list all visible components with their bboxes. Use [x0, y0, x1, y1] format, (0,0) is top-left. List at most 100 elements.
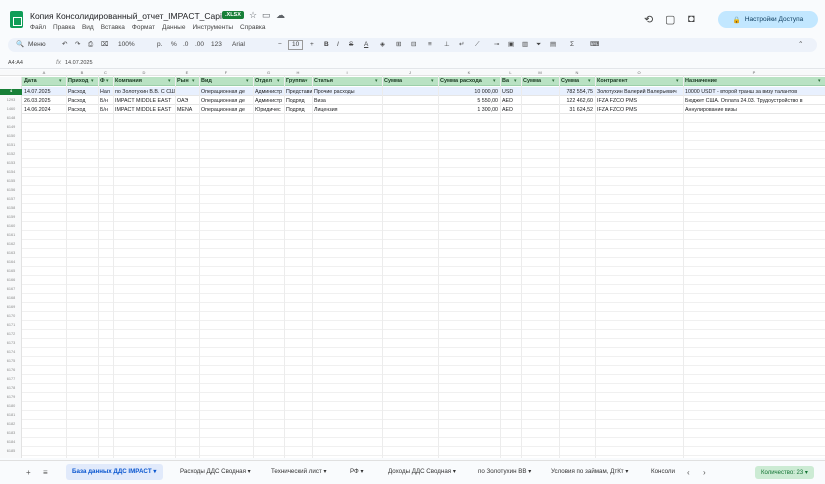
document-title[interactable]: Копия Консолидированный_отчет_IMPACT_Cap… — [30, 11, 231, 21]
table-cell[interactable]: Золотухин Валерий Валерьевич — [595, 89, 683, 95]
table-cell[interactable]: Подряд — [284, 107, 312, 113]
row-number[interactable]: 6155 — [0, 179, 22, 183]
column-filter-icon[interactable]: ▾ — [246, 78, 249, 84]
table-cell[interactable]: Расход — [66, 107, 98, 113]
row-number[interactable]: 6157 — [0, 197, 22, 201]
insert-chart-icon[interactable]: ▥ — [522, 40, 528, 50]
row-number[interactable]: 6148 — [0, 116, 22, 120]
column-letter[interactable]: B — [66, 70, 98, 75]
row-number[interactable]: 6151 — [0, 143, 22, 147]
menu-data[interactable]: Данные — [162, 24, 185, 31]
row-number[interactable]: 6172 — [0, 332, 22, 336]
column-filter-icon[interactable]: ▾ — [588, 78, 591, 84]
filter-views-icon[interactable]: ▤ — [550, 40, 556, 50]
column-letter[interactable]: P — [683, 70, 825, 75]
column-filter-icon[interactable]: ▾ — [277, 78, 280, 84]
column-letter[interactable]: H — [284, 70, 312, 75]
column-letter[interactable]: C — [98, 70, 113, 75]
column-header[interactable]: Сумма — [382, 78, 438, 84]
row-number[interactable]: 6175 — [0, 359, 22, 363]
table-cell[interactable]: 10 000,00 — [438, 89, 500, 95]
table-cell[interactable]: MENA — [175, 107, 199, 113]
table-cell[interactable]: Бюджет США. Оплата 24.03. Трудоустройств… — [683, 98, 825, 104]
font-size-increase[interactable]: + — [310, 40, 314, 50]
column-letter[interactable]: L — [500, 70, 521, 75]
table-cell[interactable]: по Золотухин В.В. С США — [113, 89, 175, 95]
table-cell[interactable]: Операционная де — [199, 107, 253, 113]
row-number[interactable]: 6173 — [0, 341, 22, 345]
filter-icon[interactable]: ⏷ — [536, 40, 541, 50]
column-letter[interactable]: D — [113, 70, 175, 75]
column-letter[interactable]: M — [521, 70, 559, 75]
table-row[interactable]: 14.07.2025 Расход Нал по Золотухин В.В. С С… — [22, 87, 825, 96]
row-number[interactable]: 6160 — [0, 224, 22, 228]
column-filter-icon[interactable]: ▾ — [514, 78, 517, 84]
merge-cells-icon[interactable]: ⊟ — [411, 40, 416, 50]
menu-file[interactable]: Файл — [30, 24, 46, 31]
row-number[interactable]: 6182 — [0, 422, 22, 426]
row-number[interactable]: 6177 — [0, 377, 22, 381]
column-filter-icon[interactable]: ▾ — [59, 78, 62, 84]
table-cell[interactable]: 5 550,00 — [438, 98, 500, 104]
row-number[interactable]: 6165 — [0, 269, 22, 273]
row-number[interactable]: 6180 — [0, 404, 22, 408]
fill-color-icon[interactable]: ◈ — [380, 40, 385, 50]
column-letter[interactable]: N — [559, 70, 595, 75]
table-cell[interactable]: Операционная де — [199, 98, 253, 104]
comments-icon[interactable]: ▢ — [665, 13, 675, 26]
strikethrough-button[interactable]: S — [349, 40, 353, 50]
row-number[interactable]: 6153 — [0, 161, 22, 165]
row-number[interactable]: 6184 — [0, 440, 22, 444]
column-filter-icon[interactable]: ▾ — [375, 78, 378, 84]
column-filter-icon[interactable]: ▾ — [192, 78, 195, 84]
row-number[interactable]: 6183 — [0, 431, 22, 435]
text-color-button[interactable]: A — [364, 40, 368, 50]
row-number[interactable]: 6181 — [0, 413, 22, 417]
column-filter-icon[interactable]: ▾ — [552, 78, 555, 84]
table-cell[interactable]: 782 554,75 — [559, 89, 595, 95]
table-cell[interactable]: IMPACT MIDDLE EAST — [113, 98, 175, 104]
row-number[interactable]: 6162 — [0, 242, 22, 246]
table-cell[interactable]: 10000 USDT - второй транш за визу талант… — [683, 89, 825, 95]
row-number[interactable]: 1293 — [0, 98, 22, 102]
table-cell[interactable]: Юридичес — [253, 107, 284, 113]
menu-edit[interactable]: Правка — [53, 24, 75, 31]
zoom-select[interactable]: 100% — [118, 40, 135, 50]
menu-view[interactable]: Вид — [82, 24, 94, 31]
functions-icon[interactable]: Σ — [570, 40, 574, 50]
table-cell[interactable]: AED — [500, 98, 521, 104]
table-cell[interactable]: AED — [500, 107, 521, 113]
table-cell[interactable]: ОАЭ — [175, 98, 199, 104]
increase-decimal[interactable]: .00 — [195, 40, 204, 50]
row-number[interactable]: 6170 — [0, 314, 22, 318]
column-header[interactable]: Компания — [113, 78, 175, 84]
redo-icon[interactable]: ↷ — [75, 40, 80, 50]
row-number[interactable]: 6161 — [0, 233, 22, 237]
all-sheets-icon[interactable]: ≡ — [43, 468, 48, 477]
row-number[interactable]: 6150 — [0, 134, 22, 138]
column-letter[interactable]: O — [595, 70, 683, 75]
font-size-input[interactable]: 10 — [288, 40, 304, 50]
table-row[interactable]: 26.03.2025 Расход Б/н IMPACT MIDDLE EAST ОАЭ… — [22, 96, 825, 105]
row-number[interactable]: 6164 — [0, 260, 22, 264]
scroll-left-icon[interactable]: ‹ — [687, 468, 690, 477]
formula-input[interactable]: 14.07.2025 — [65, 60, 93, 66]
column-header[interactable]: Статья — [312, 78, 382, 84]
collapse-toolbar-icon[interactable]: ⌃ — [798, 40, 803, 50]
column-filter-icon[interactable]: ▾ — [493, 78, 496, 84]
row-number[interactable]: 6166 — [0, 278, 22, 282]
align-vertical-icon[interactable]: ⊥ — [444, 40, 450, 50]
decrease-decimal[interactable]: .0 — [183, 40, 188, 50]
table-cell[interactable]: Лицензия — [312, 107, 382, 113]
row-number[interactable]: 6154 — [0, 170, 22, 174]
row-number[interactable]: 6179 — [0, 395, 22, 399]
cloud-status-icon[interactable]: ☁ — [276, 10, 285, 21]
table-row[interactable]: 14.06.2024 Расход Б/н IMPACT MIDDLE EAST MEN… — [22, 105, 825, 114]
table-cell[interactable]: Подряд — [284, 98, 312, 104]
column-filter-icon[interactable]: ▾ — [106, 78, 109, 84]
table-cell[interactable]: 122 462,60 — [559, 98, 595, 104]
selection-count-badge[interactable]: Количество: 23 ▾ — [755, 466, 814, 479]
row-number[interactable]: 6158 — [0, 206, 22, 210]
column-letter[interactable]: J — [382, 70, 438, 75]
column-filter-icon[interactable]: ▾ — [91, 78, 94, 84]
